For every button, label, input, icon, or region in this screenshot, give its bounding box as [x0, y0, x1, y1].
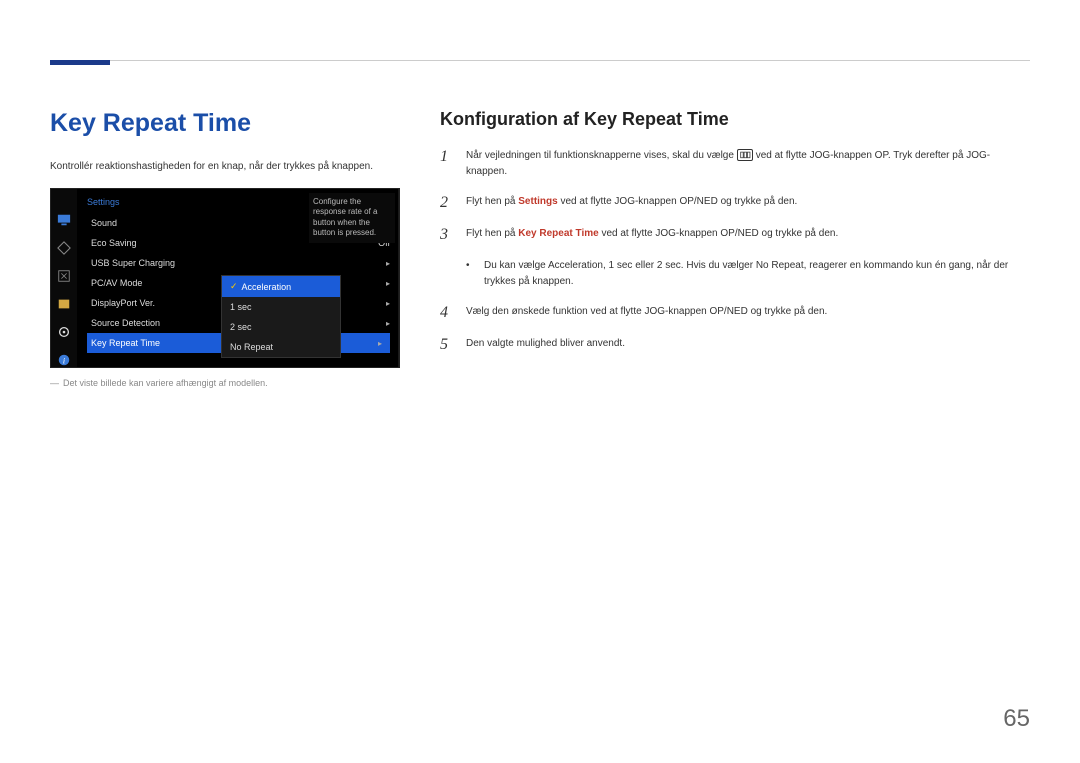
- step-number: 4: [440, 304, 452, 322]
- bullet-body: Du kan vælge Acceleration, 1 sec eller 2…: [484, 258, 1030, 290]
- osd-sub-norepeat: No Repeat: [222, 337, 340, 357]
- page-number: 65: [1003, 705, 1030, 733]
- step-2: 2 Flyt hen på Settings ved at flytte JOG…: [440, 194, 1030, 212]
- step-bullet: • Du kan vælge Acceleration, 1 sec eller…: [466, 258, 1030, 290]
- step-body: Vælg den ønskede funktion ved at flytte …: [466, 304, 1030, 320]
- intro-text: Kontrollér reaktionshastigheden for en k…: [50, 160, 400, 174]
- step-number: 2: [440, 194, 452, 212]
- chevron-right-icon: [386, 318, 390, 328]
- osd-submenu: Acceleration 1 sec 2 sec No Repeat: [221, 275, 341, 358]
- step-1: 1 Når vejledningen til funktionsknappern…: [440, 148, 1030, 180]
- osd-sub-1sec: 1 sec: [222, 297, 340, 317]
- info-icon: i: [57, 353, 71, 367]
- step-number: 1: [440, 148, 452, 166]
- menu-icon: ▯▯▯: [737, 149, 753, 161]
- osd-tooltip: Configure the response rate of a button …: [309, 193, 395, 243]
- bullet-icon: •: [466, 258, 470, 290]
- diamond-icon: [57, 241, 71, 255]
- check-icon: [230, 281, 238, 292]
- osd-sub-acceleration: Acceleration: [222, 276, 340, 297]
- chevron-right-icon: [386, 278, 390, 288]
- step-4: 4 Vælg den ønskede funktion ved at flytt…: [440, 304, 1030, 322]
- gear-icon: [57, 325, 71, 339]
- chevron-right-icon: [386, 258, 390, 268]
- step-body: Når vejledningen til funktionsknapperne …: [466, 148, 1030, 180]
- monitor-icon: [57, 213, 71, 227]
- config-title: Konfiguration af Key Repeat Time: [440, 109, 1030, 130]
- osd-sub-2sec: 2 sec: [222, 317, 340, 337]
- step-number: 5: [440, 336, 452, 354]
- step-body: Flyt hen på Key Repeat Time ved at flytt…: [466, 226, 1030, 242]
- image-caption: ―Det viste billede kan variere afhængigt…: [50, 378, 400, 388]
- resize-icon: [57, 269, 71, 283]
- step-number: 3: [440, 226, 452, 244]
- osd-screenshot: i Settings Sound Eco SavingOff USB Super…: [50, 188, 400, 368]
- list-icon: [57, 297, 71, 311]
- section-title: Key Repeat Time: [50, 109, 400, 138]
- accent-bar: [50, 60, 110, 65]
- step-3: 3 Flyt hen på Key Repeat Time ved at fly…: [440, 226, 1030, 244]
- chevron-right-icon: [378, 338, 382, 348]
- osd-sidebar-icons: i: [51, 189, 77, 367]
- chevron-right-icon: [386, 298, 390, 308]
- top-rule: [110, 60, 1030, 61]
- step-body: Flyt hen på Settings ved at flytte JOG-k…: [466, 194, 1030, 210]
- step-5: 5 Den valgte mulighed bliver anvendt.: [440, 336, 1030, 354]
- osd-item-usb: USB Super Charging: [87, 253, 398, 273]
- step-body: Den valgte mulighed bliver anvendt.: [466, 336, 1030, 352]
